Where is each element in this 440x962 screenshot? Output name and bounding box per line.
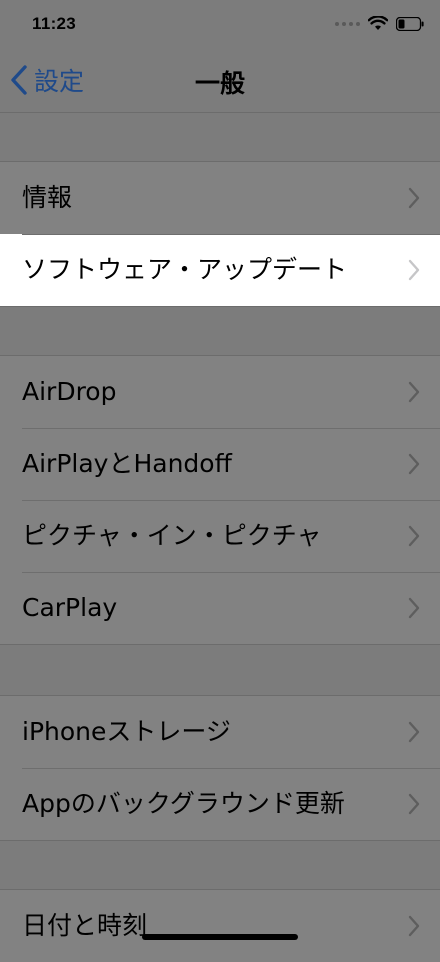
nav-bottom-divider xyxy=(0,112,440,113)
settings-group-3: iPhoneストレージ Appのバックグラウンド更新 xyxy=(0,695,440,841)
row-airdrop[interactable]: AirDrop xyxy=(0,356,440,428)
row-date-time[interactable]: 日付と時刻 xyxy=(0,890,440,962)
settings-group-2: AirDrop AirPlayとHandoff ピクチャ・イン・ピクチャ Car… xyxy=(0,355,440,645)
navigation-bar: 設定 一般 xyxy=(0,50,440,112)
row-label: AirPlayとHandoff xyxy=(22,449,232,478)
status-icons xyxy=(335,16,424,31)
chevron-right-icon xyxy=(408,597,420,619)
row-about[interactable]: 情報 xyxy=(0,162,440,234)
settings-group-4: 日付と時刻 xyxy=(0,889,440,962)
settings-group-1: 情報 ソフトウェア・アップデート xyxy=(0,161,440,307)
status-time: 11:23 xyxy=(32,14,77,33)
chevron-right-icon xyxy=(408,187,420,209)
chevron-right-icon xyxy=(408,721,420,743)
chevron-right-icon xyxy=(408,381,420,403)
row-label: ピクチャ・イン・ピクチャ xyxy=(22,521,322,550)
chevron-right-icon xyxy=(408,525,420,547)
row-label: Appのバックグラウンド更新 xyxy=(22,789,345,818)
chevron-right-icon xyxy=(408,453,420,475)
row-software-update[interactable]: ソフトウェア・アップデート xyxy=(0,234,440,306)
row-picture-in-picture[interactable]: ピクチャ・イン・ピクチャ xyxy=(0,500,440,572)
battery-icon xyxy=(396,16,424,31)
row-iphone-storage[interactable]: iPhoneストレージ xyxy=(0,696,440,768)
chevron-right-icon xyxy=(408,915,420,937)
row-carplay[interactable]: CarPlay xyxy=(0,572,440,644)
row-label: AirDrop xyxy=(22,377,117,406)
row-label: iPhoneストレージ xyxy=(22,717,231,746)
home-indicator[interactable] xyxy=(142,934,298,940)
page-title: 一般 xyxy=(194,69,245,98)
status-bar: 11:23 xyxy=(0,0,440,50)
row-label: ソフトウェア・アップデート xyxy=(22,255,348,284)
row-background-app-refresh[interactable]: Appのバックグラウンド更新 xyxy=(0,768,440,840)
row-airplay-handoff[interactable]: AirPlayとHandoff xyxy=(0,428,440,500)
row-label: 情報 xyxy=(22,183,73,212)
cellular-signal-icon xyxy=(335,21,360,26)
chevron-right-icon xyxy=(408,259,420,281)
row-label: CarPlay xyxy=(22,593,118,622)
chevron-right-icon xyxy=(408,793,420,815)
wifi-icon xyxy=(368,16,388,30)
row-label: 日付と時刻 xyxy=(22,911,148,940)
